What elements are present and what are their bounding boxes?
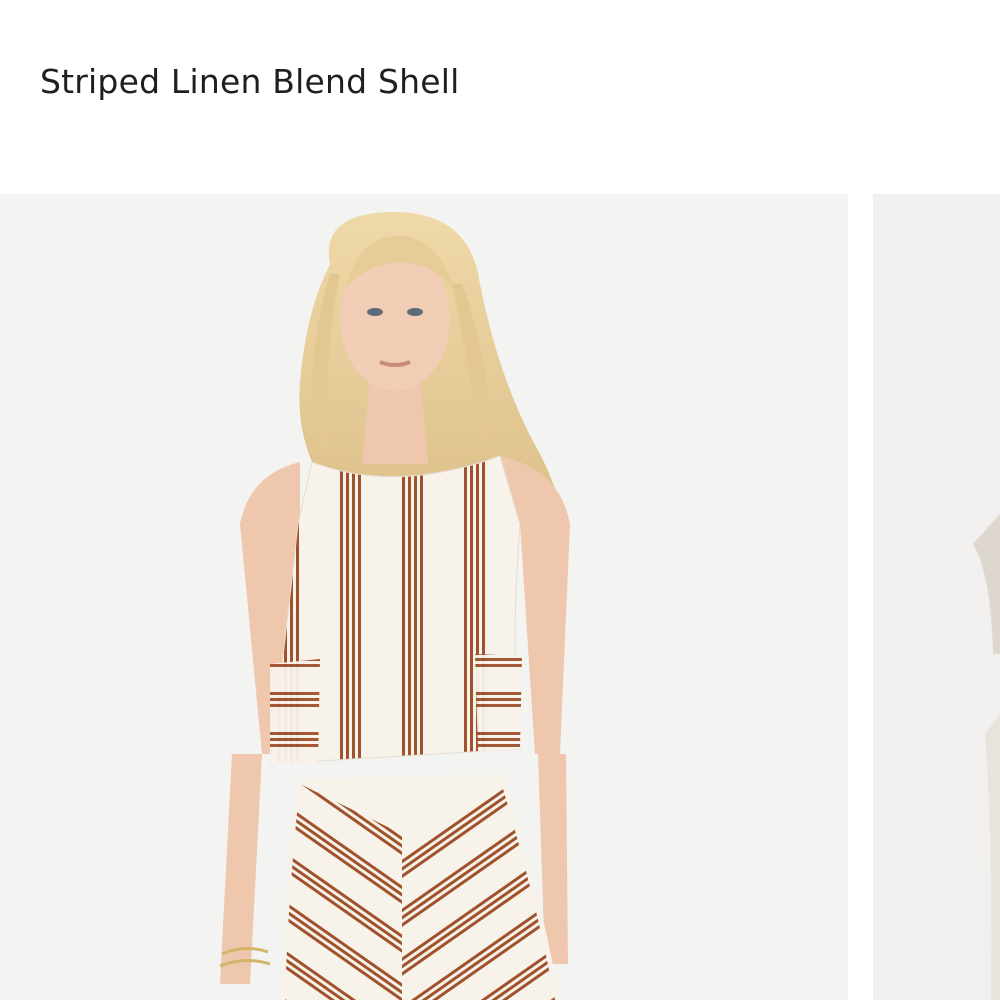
product-page: Striped Linen Blend Shell — [0, 0, 1000, 1000]
image-gallery[interactable] — [0, 194, 1000, 1000]
product-title: Striped Linen Blend Shell — [40, 62, 460, 101]
next-photo-peek — [873, 194, 1000, 1000]
product-image-main[interactable] — [0, 194, 848, 1000]
product-image-next[interactable] — [873, 194, 1000, 1000]
model-photo — [0, 194, 848, 1000]
